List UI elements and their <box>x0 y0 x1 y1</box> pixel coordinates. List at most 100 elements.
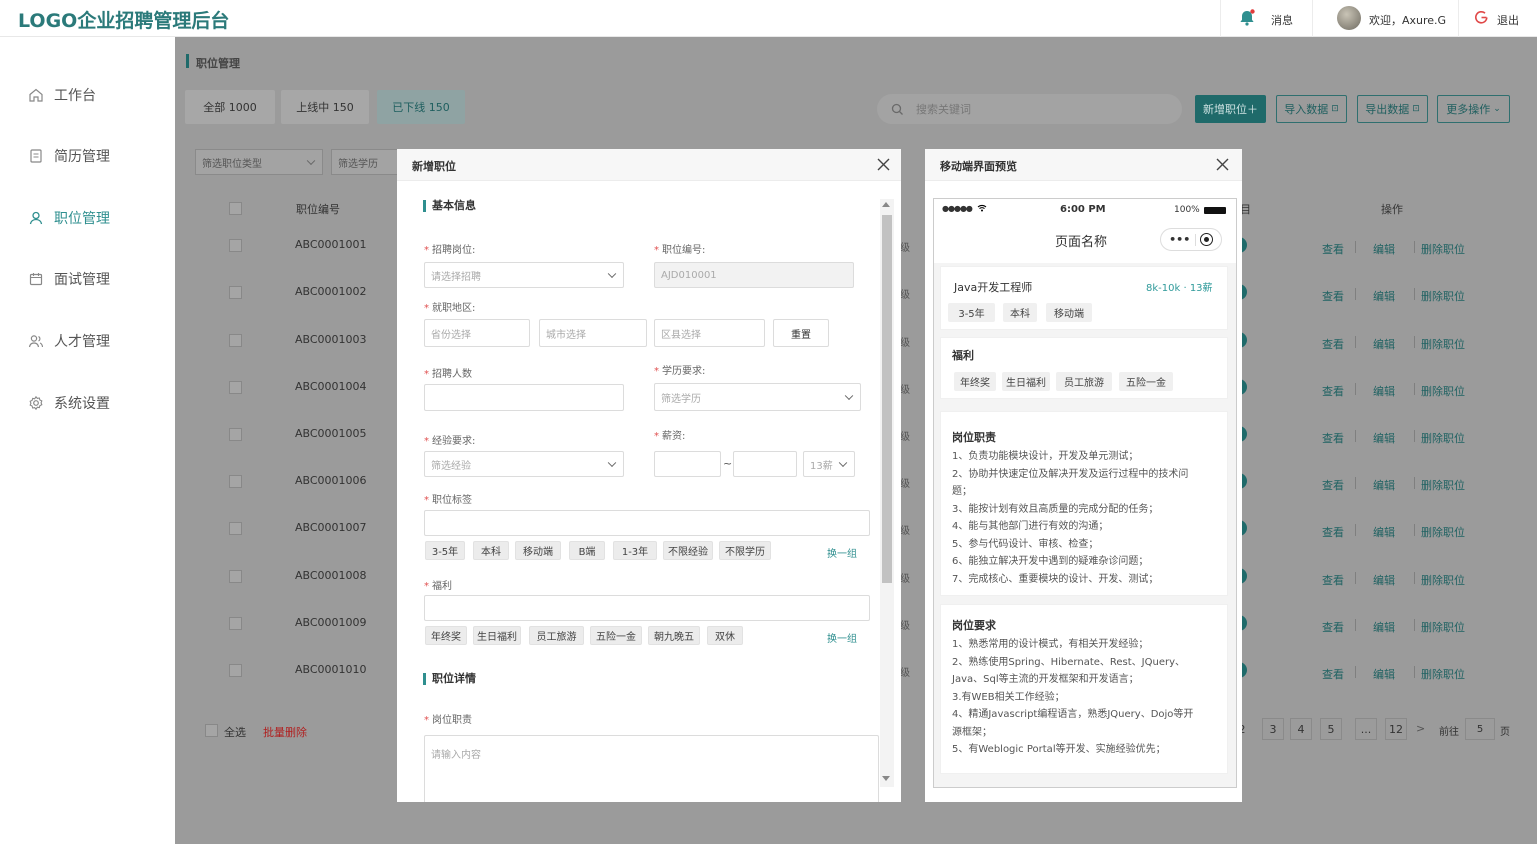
salary-min-input[interactable] <box>654 451 721 477</box>
welfare-tag[interactable]: 生日福利 <box>473 626 521 645</box>
duty-textarea[interactable]: 请输入内容 <box>424 735 879 802</box>
refresh-welfare-link[interactable]: 换一组 <box>827 630 857 645</box>
sidebar-item-resume[interactable]: 简历管理 <box>0 136 175 176</box>
search-input[interactable]: 搜索关键词 <box>916 101 971 117</box>
view-button[interactable]: 查看 <box>1322 666 1344 682</box>
view-button[interactable]: 查看 <box>1322 619 1344 635</box>
mini-program-capsule[interactable]: ••• <box>1160 228 1222 251</box>
edit-button[interactable]: 编辑 <box>1373 241 1395 257</box>
view-button[interactable]: 查看 <box>1322 477 1344 493</box>
salary-months-select[interactable]: 13薪 <box>803 451 855 477</box>
delete-job-button[interactable]: 删除职位 <box>1421 619 1465 635</box>
job-tag[interactable]: 3-5年 <box>425 541 465 560</box>
sidebar-item-workbench[interactable]: 工作台 <box>0 75 175 115</box>
logout-link[interactable]: 退出 <box>1497 12 1519 28</box>
city-input[interactable]: 城市选择 <box>539 319 647 347</box>
tab-offline[interactable]: 已下线 150 <box>377 90 465 124</box>
refresh-tags-link[interactable]: 换一组 <box>827 545 857 560</box>
sidebar-item-interview[interactable]: 面试管理 <box>0 259 175 299</box>
select-all-checkbox[interactable] <box>205 724 218 737</box>
welfare-tag[interactable]: 朝九晚五 <box>648 626 700 645</box>
batch-delete-button[interactable]: 批量删除 <box>263 724 307 740</box>
row-checkbox[interactable] <box>229 286 242 299</box>
goto-page-input[interactable]: 5 <box>1465 718 1495 740</box>
page-5[interactable]: 5 <box>1320 718 1342 740</box>
row-checkbox[interactable] <box>229 617 242 630</box>
edit-button[interactable]: 编辑 <box>1373 572 1395 588</box>
scrollbar-thumb[interactable] <box>882 215 892 583</box>
delete-job-button[interactable]: 删除职位 <box>1421 336 1465 352</box>
row-checkbox[interactable] <box>229 381 242 394</box>
delete-job-button[interactable]: 删除职位 <box>1421 524 1465 540</box>
province-input[interactable]: 省份选择 <box>424 319 530 347</box>
sidebar-item-settings[interactable]: 系统设置 <box>0 383 175 423</box>
page-3[interactable]: 3 <box>1262 718 1284 740</box>
delete-job-button[interactable]: 删除职位 <box>1421 288 1465 304</box>
view-button[interactable]: 查看 <box>1322 524 1344 540</box>
sidebar-item-talent[interactable]: 人才管理 <box>0 321 175 361</box>
job-tag[interactable]: 1-3年 <box>613 541 657 560</box>
edit-button[interactable]: 编辑 <box>1373 383 1395 399</box>
row-checkbox[interactable] <box>229 570 242 583</box>
edit-button[interactable]: 编辑 <box>1373 524 1395 540</box>
recruit-post-select[interactable]: 请选择招聘 <box>424 262 624 288</box>
next-page-button[interactable]: > <box>1416 722 1425 735</box>
more-dots-icon[interactable]: ••• <box>1169 233 1190 246</box>
view-button[interactable]: 查看 <box>1322 430 1344 446</box>
view-button[interactable]: 查看 <box>1322 241 1344 257</box>
add-job-button[interactable]: 新增职位＋ <box>1195 95 1266 123</box>
header-checkbox[interactable] <box>229 202 242 215</box>
close-circle-icon[interactable] <box>1199 233 1213 246</box>
import-button[interactable]: 导入数据 ⊡ <box>1276 95 1347 123</box>
edit-button[interactable]: 编辑 <box>1373 477 1395 493</box>
more-actions-button[interactable]: 更多操作 ⌄ <box>1437 95 1510 123</box>
view-button[interactable]: 查看 <box>1322 288 1344 304</box>
page-12[interactable]: 12 <box>1385 718 1407 740</box>
delete-job-button[interactable]: 删除职位 <box>1421 477 1465 493</box>
row-checkbox[interactable] <box>229 334 242 347</box>
tab-all[interactable]: 全部 1000 <box>185 90 275 124</box>
close-icon[interactable] <box>876 157 891 175</box>
job-tag[interactable]: B端 <box>569 541 605 560</box>
row-checkbox[interactable] <box>229 428 242 441</box>
messages-link[interactable]: 消息 <box>1271 12 1293 28</box>
view-button[interactable]: 查看 <box>1322 383 1344 399</box>
education-select[interactable]: 筛选学历 <box>654 383 861 411</box>
welfare-input[interactable] <box>424 595 870 621</box>
row-checkbox[interactable] <box>229 239 242 252</box>
scroll-down-icon[interactable] <box>882 776 890 781</box>
view-button[interactable]: 查看 <box>1322 572 1344 588</box>
experience-select[interactable]: 筛选经验 <box>424 451 624 477</box>
close-icon[interactable] <box>1215 157 1230 175</box>
headcount-input[interactable] <box>424 384 624 411</box>
delete-job-button[interactable]: 删除职位 <box>1421 572 1465 588</box>
edit-button[interactable]: 编辑 <box>1373 430 1395 446</box>
job-tag[interactable]: 本科 <box>473 541 509 560</box>
row-checkbox[interactable] <box>229 664 242 677</box>
delete-job-button[interactable]: 删除职位 <box>1421 666 1465 682</box>
edit-button[interactable]: 编辑 <box>1373 666 1395 682</box>
delete-job-button[interactable]: 删除职位 <box>1421 430 1465 446</box>
job-tag[interactable]: 不限经验 <box>663 541 713 560</box>
export-button[interactable]: 导出数据 ⊡ <box>1357 95 1428 123</box>
edit-button[interactable]: 编辑 <box>1373 619 1395 635</box>
job-tag[interactable]: 移动端 <box>515 541 561 560</box>
education-filter[interactable]: 筛选学历 <box>331 149 401 175</box>
logout-icon[interactable] <box>1474 10 1489 28</box>
scroll-up-icon[interactable] <box>882 202 890 207</box>
sidebar-item-jobs[interactable]: 职位管理 <box>0 198 175 238</box>
job-tag[interactable]: 不限学历 <box>719 541 771 560</box>
row-checkbox[interactable] <box>229 475 242 488</box>
district-input[interactable]: 区县选择 <box>654 319 765 347</box>
salary-max-input[interactable] <box>733 451 797 477</box>
page-4[interactable]: 4 <box>1290 718 1312 740</box>
welfare-tag[interactable]: 双休 <box>707 626 743 645</box>
edit-button[interactable]: 编辑 <box>1373 336 1395 352</box>
reset-button[interactable]: 重置 <box>773 319 829 347</box>
row-checkbox[interactable] <box>229 522 242 535</box>
delete-job-button[interactable]: 删除职位 <box>1421 241 1465 257</box>
job-type-filter[interactable]: 筛选职位类型 <box>195 149 323 175</box>
tags-input[interactable] <box>424 510 870 536</box>
welfare-tag[interactable]: 员工旅游 <box>529 626 584 645</box>
tab-online[interactable]: 上线中 150 <box>281 90 369 124</box>
